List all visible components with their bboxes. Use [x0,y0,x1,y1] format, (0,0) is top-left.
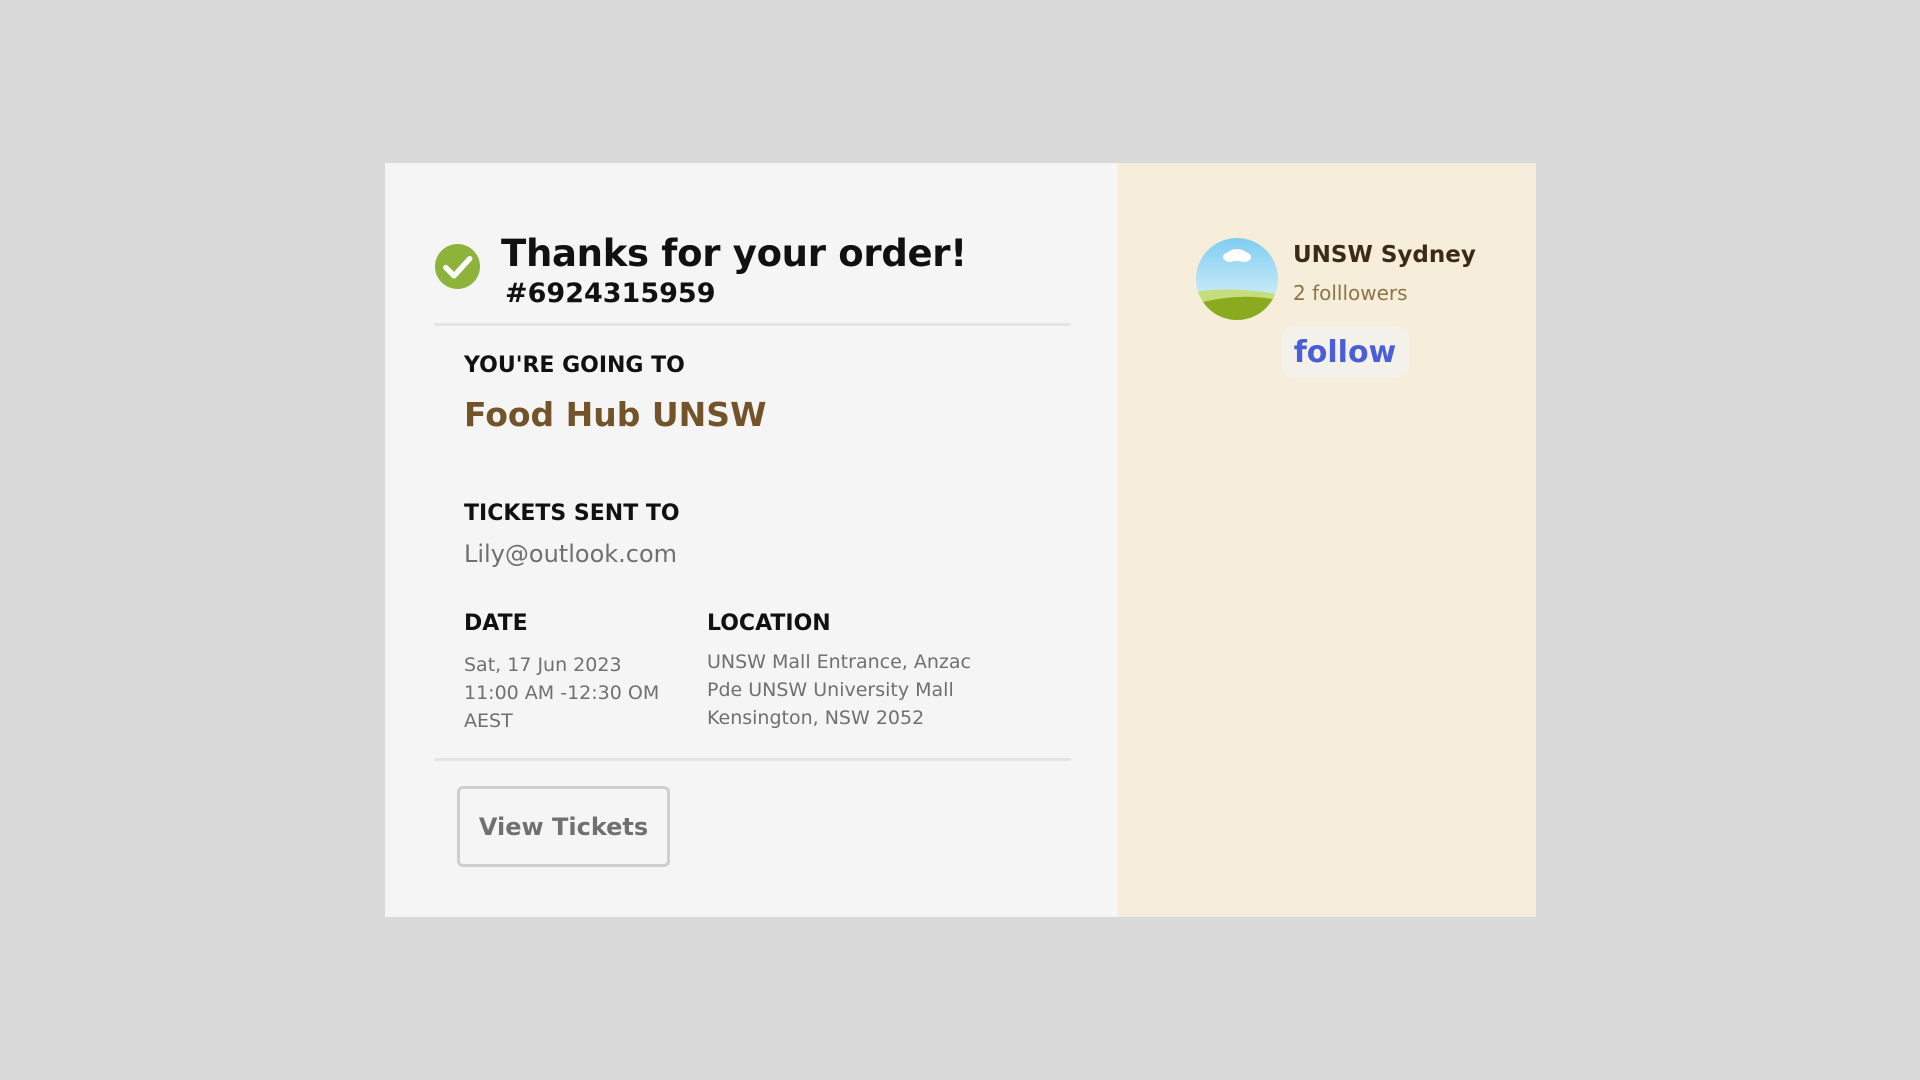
ticket-email: Lily@outlook.com [464,540,678,568]
event-name: Food Hub UNSW [464,395,767,434]
timezone-line: AEST [464,710,513,732]
location-line: Pde UNSW University Mall [707,679,954,701]
view-tickets-button[interactable]: View Tickets [457,786,670,867]
follower-count: 2 folllowers [1293,281,1408,305]
location-details: UNSW Mall Entrance, Anzac Pde UNSW Unive… [707,648,971,732]
tickets-heading: TICKETS SENT TO [464,501,680,526]
date-line: Sat, 17 Jun 2023 [464,654,622,676]
order-number: #6924315959 [505,278,716,309]
organizer-panel: UNSW Sydney 2 folllowers follow [1118,163,1536,917]
order-details-panel: Thanks for your order! #6924315959 YOU'R… [385,163,1118,917]
check-circle-icon [434,243,481,290]
follow-button[interactable]: follow [1281,326,1409,378]
event-heading: YOU'RE GOING TO [464,353,685,378]
organizer-name[interactable]: UNSW Sydney [1293,242,1476,268]
organizer-avatar[interactable] [1196,238,1278,320]
landscape-avatar-icon [1196,238,1278,320]
time-line: 11:00 AM -12:30 OM [464,682,660,704]
divider [434,758,1071,761]
date-details: Sat, 17 Jun 2023 11:00 AM -12:30 OM AEST [464,651,659,735]
date-heading: DATE [464,611,528,636]
order-confirmation-card: Thanks for your order! #6924315959 YOU'R… [385,163,1536,917]
divider [434,323,1071,326]
confirmation-title: Thanks for your order! [501,232,967,275]
location-line: Kensington, NSW 2052 [707,707,925,729]
location-line: UNSW Mall Entrance, Anzac [707,651,971,673]
location-heading: LOCATION [707,611,831,636]
